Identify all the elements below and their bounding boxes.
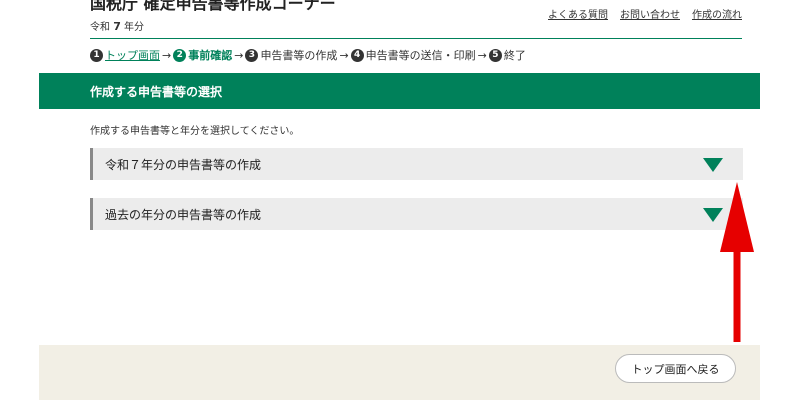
year-prefix: 令和 (90, 22, 110, 33)
step-number-2: 2 (173, 48, 187, 62)
step-label-send-print: 申告書等の送信・印刷 (365, 49, 476, 62)
site-title: 国税庁 確定申告書等作成コーナー (90, 0, 336, 13)
footer-bar: トップ画面へ戻る (39, 345, 760, 400)
step-precheck: 2 事前確認 (173, 47, 232, 63)
header: 国税庁 確定申告書等作成コーナー 令和 7 年分 よくある質問 お問い合わせ 作… (90, 0, 742, 39)
step-arrow-icon: → (162, 48, 172, 62)
section-title: 作成する申告書等の選択 (90, 85, 223, 99)
year-number: 7 (113, 20, 121, 33)
expand-triangle-icon[interactable] (703, 158, 723, 172)
step-send-print: 4 申告書等の送信・印刷 (350, 47, 476, 63)
step-number-3: 3 (245, 48, 259, 62)
contact-link[interactable]: お問い合わせ (620, 6, 680, 21)
red-arrow-shaft (733, 250, 741, 342)
step-label-precheck: 事前確認 (188, 49, 233, 62)
red-annotation-arrow-icon (720, 182, 754, 342)
accordion-label-current-year: 令和７年分の申告書等の作成 (105, 158, 262, 172)
step-finish: 5 終了 (488, 47, 526, 63)
step-arrow-icon: → (339, 48, 349, 62)
back-to-top-button[interactable]: トップ画面へ戻る (615, 354, 736, 383)
step-create: 3 申告書等の作成 (245, 47, 337, 63)
step-top: 1 トップ画面 (90, 47, 160, 63)
step-arrow-icon: → (477, 48, 487, 62)
step-number-5: 5 (488, 48, 502, 62)
year-suffix: 年分 (124, 22, 145, 33)
step-label-create: 申告書等の作成 (260, 49, 338, 62)
faq-link[interactable]: よくある質問 (548, 6, 608, 21)
red-arrow-head (720, 182, 754, 252)
tax-year-label: 令和 7 年分 (90, 18, 144, 33)
step-number-4: 4 (350, 48, 364, 62)
progress-steps: 1 トップ画面 → 2 事前確認 → 3 申告書等の作成 → 4 申告書等の送信… (90, 47, 526, 63)
accordion-current-year[interactable]: 令和７年分の申告書等の作成 (90, 148, 743, 180)
flow-link[interactable]: 作成の流れ (692, 6, 742, 21)
step-number-1: 1 (90, 48, 103, 62)
top-page-link[interactable]: トップ画面 (105, 47, 160, 63)
accordion-past-years[interactable]: 過去の年分の申告書等の作成 (90, 198, 743, 230)
accordion-label-past-years: 過去の年分の申告書等の作成 (105, 208, 262, 222)
header-links: よくある質問 お問い合わせ 作成の流れ (548, 6, 742, 21)
instruction-text: 作成する申告書等と年分を選択してください。 (90, 126, 300, 137)
section-banner: 作成する申告書等の選択 (39, 73, 760, 109)
step-arrow-icon: → (234, 48, 244, 62)
step-label-finish: 終了 (503, 49, 526, 62)
